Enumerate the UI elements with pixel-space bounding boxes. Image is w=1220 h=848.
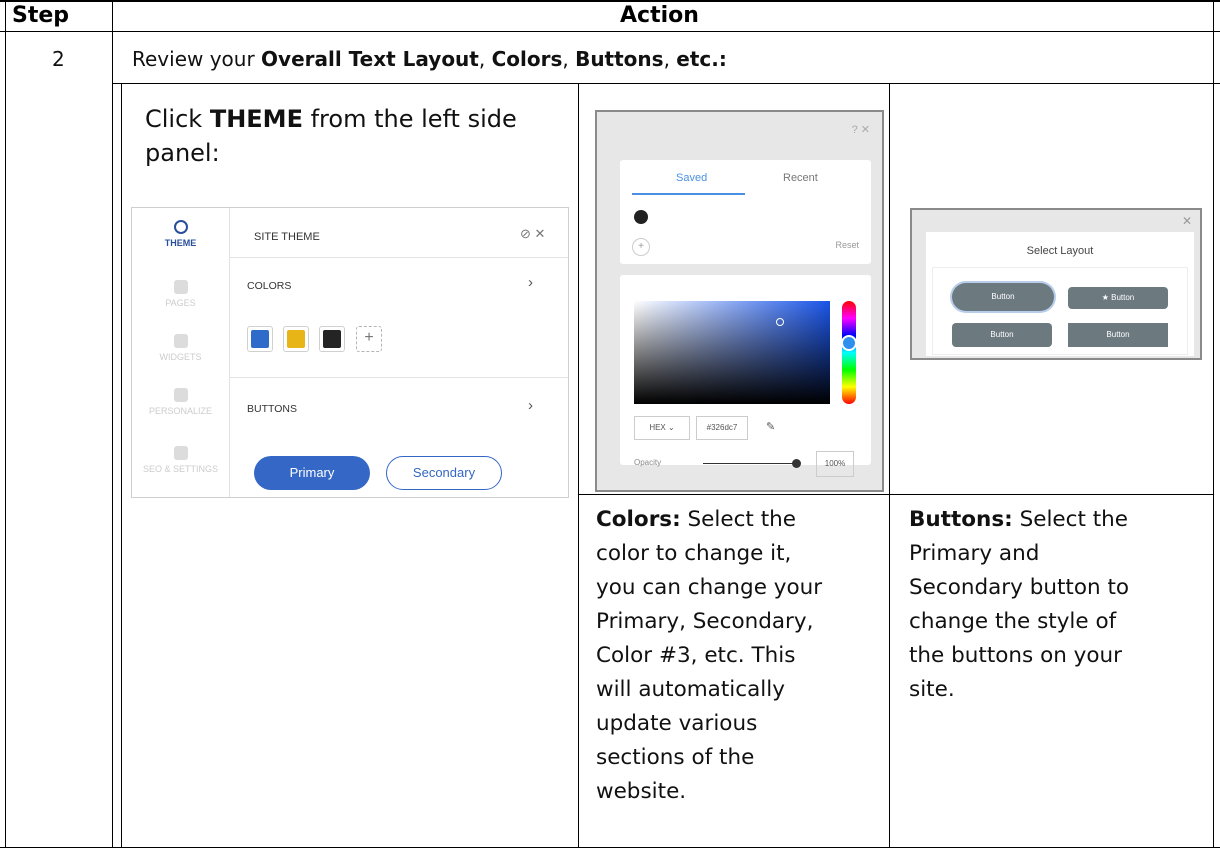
header-bottom-rule xyxy=(0,31,1220,32)
brush-icon xyxy=(173,388,188,402)
buttons-caption-line-6: site. xyxy=(909,677,955,702)
saved-colors-card: Saved Recent + Reset xyxy=(620,160,871,264)
swatch-primary[interactable] xyxy=(247,326,273,352)
left-tool-rail: THEME PAGES WIDGETS PERSONALIZE SEO & SE… xyxy=(132,208,230,497)
close-icon[interactable]: ✕ xyxy=(1182,214,1192,228)
format-select[interactable]: HEX ⌄ xyxy=(634,416,690,440)
hex-input[interactable]: #326dc7 xyxy=(696,416,748,440)
theme-panel-screenshot: THEME PAGES WIDGETS PERSONALIZE SEO & SE… xyxy=(131,207,569,498)
tab-recent[interactable]: Recent xyxy=(783,172,818,184)
layout-picker-screenshot: ✕ Select Layout Button ★ Button Button B… xyxy=(910,208,1202,360)
layout-rounded-rect-button[interactable]: Button xyxy=(952,323,1052,347)
primary-button[interactable]: Primary xyxy=(254,456,370,490)
colors-caption-line-2: color to change it, xyxy=(596,541,792,566)
inner-table-left xyxy=(121,84,122,848)
tool-widgets[interactable]: WIDGETS xyxy=(132,334,229,362)
active-tab-indicator xyxy=(632,193,745,195)
pages-icon xyxy=(173,280,188,294)
add-color-button[interactable]: + xyxy=(356,326,382,352)
swatch-fill xyxy=(251,330,269,348)
opacity-handle[interactable] xyxy=(792,459,801,468)
picker-top-controls[interactable]: ? ✕ xyxy=(612,115,870,147)
inner-row-rule xyxy=(578,494,1214,495)
reset-link[interactable]: Reset xyxy=(835,240,859,250)
tool-seo-settings[interactable]: SEO & SETTINGS xyxy=(132,446,229,474)
table-left-border xyxy=(5,0,6,848)
swatch-fill xyxy=(323,330,341,348)
colors-label: COLORS xyxy=(247,280,292,292)
add-saved-color-icon[interactable]: + xyxy=(632,238,650,256)
colors-caption-line-6: will automatically xyxy=(596,677,785,702)
header-step: Step xyxy=(12,3,70,28)
colors-caption-line-3: you can change your xyxy=(596,575,823,600)
buttons-caption-line-2: Primary and xyxy=(909,541,1040,566)
layout-icon-button[interactable]: ★ Button xyxy=(1068,287,1168,309)
step-number: 2 xyxy=(52,47,65,71)
buttons-caption-line-4: change the style of xyxy=(909,609,1117,634)
opacity-track[interactable] xyxy=(703,463,793,464)
colors-caption-line-9: website. xyxy=(596,779,687,804)
tab-saved[interactable]: Saved xyxy=(676,172,707,184)
buttons-caption-line-1: Buttons: Select the xyxy=(909,507,1129,532)
table-border-top xyxy=(0,0,1220,2)
select-layout-title: Select Layout xyxy=(1026,245,1094,257)
palette-icon xyxy=(173,220,188,234)
colors-caption-line-5: Color #3, etc. This xyxy=(596,643,796,668)
widgets-icon xyxy=(173,334,188,348)
colors-caption: Colors: Select the color to change it, y… xyxy=(596,503,882,809)
layout-rounded-button[interactable]: Button xyxy=(952,283,1054,311)
colors-chevron-icon[interactable]: › xyxy=(528,274,533,291)
layout-panel: Select Layout Button ★ Button Button But… xyxy=(926,232,1194,356)
divider xyxy=(229,377,568,378)
tool-personalize[interactable]: PERSONALIZE xyxy=(132,388,229,416)
opacity-input[interactable]: 100% xyxy=(816,451,854,477)
layout-square-button[interactable]: Button xyxy=(1068,323,1168,347)
buttons-caption-line-3: Secondary button to xyxy=(909,575,1130,600)
site-theme-title: SITE THEME xyxy=(254,231,320,243)
tool-theme[interactable]: THEME xyxy=(132,220,229,248)
colors-caption-line-7: update various xyxy=(596,711,758,736)
hue-handle[interactable] xyxy=(841,335,857,351)
colors-caption-line-4: Primary, Secondary, xyxy=(596,609,814,634)
tool-pages[interactable]: PAGES xyxy=(132,280,229,308)
eyedropper-icon[interactable]: ✎ xyxy=(766,420,775,433)
swatch-color3[interactable] xyxy=(319,326,345,352)
settings-icon xyxy=(173,446,188,460)
buttons-caption-line-5: the buttons on your xyxy=(909,643,1123,668)
secondary-button[interactable]: Secondary xyxy=(386,456,502,490)
saturation-handle[interactable] xyxy=(776,318,784,326)
swatch-fill xyxy=(287,330,305,348)
step-column-divider xyxy=(112,0,113,848)
review-instruction: Review your Overall Text Layout, Colors,… xyxy=(132,47,727,71)
colors-caption-line-1: Colors: Select the xyxy=(596,507,796,532)
buttons-chevron-icon[interactable]: › xyxy=(528,397,533,414)
divider xyxy=(229,257,568,258)
colors-caption-line-8: sections of the xyxy=(596,745,755,770)
buttons-label: BUTTONS xyxy=(247,403,297,415)
inner-col-divider-1 xyxy=(578,84,579,848)
help-close-icons[interactable]: ⊘ ✕ xyxy=(520,226,545,242)
inner-col-divider-2 xyxy=(889,84,890,848)
swatch-secondary[interactable] xyxy=(283,326,309,352)
buttons-caption: Buttons: Select the Primary and Secondar… xyxy=(909,503,1209,707)
opacity-label: Opacity xyxy=(634,458,662,467)
theme-instruction: Click THEME from the left side panel: xyxy=(145,105,517,167)
saturation-area[interactable] xyxy=(634,301,830,404)
hue-slider[interactable] xyxy=(842,301,856,404)
step-row-rule xyxy=(112,83,1220,84)
saved-color-swatch[interactable] xyxy=(634,210,648,224)
color-picker-screenshot: ? ✕ Saved Recent + Reset HEX ⌄ #326dc7 ✎… xyxy=(595,110,884,492)
table-right-border xyxy=(1213,0,1214,848)
header-action: Action xyxy=(620,3,699,28)
picker-tabs: Saved Recent xyxy=(620,160,871,195)
picker-card: HEX ⌄ #326dc7 ✎ Opacity 100% xyxy=(620,275,871,477)
